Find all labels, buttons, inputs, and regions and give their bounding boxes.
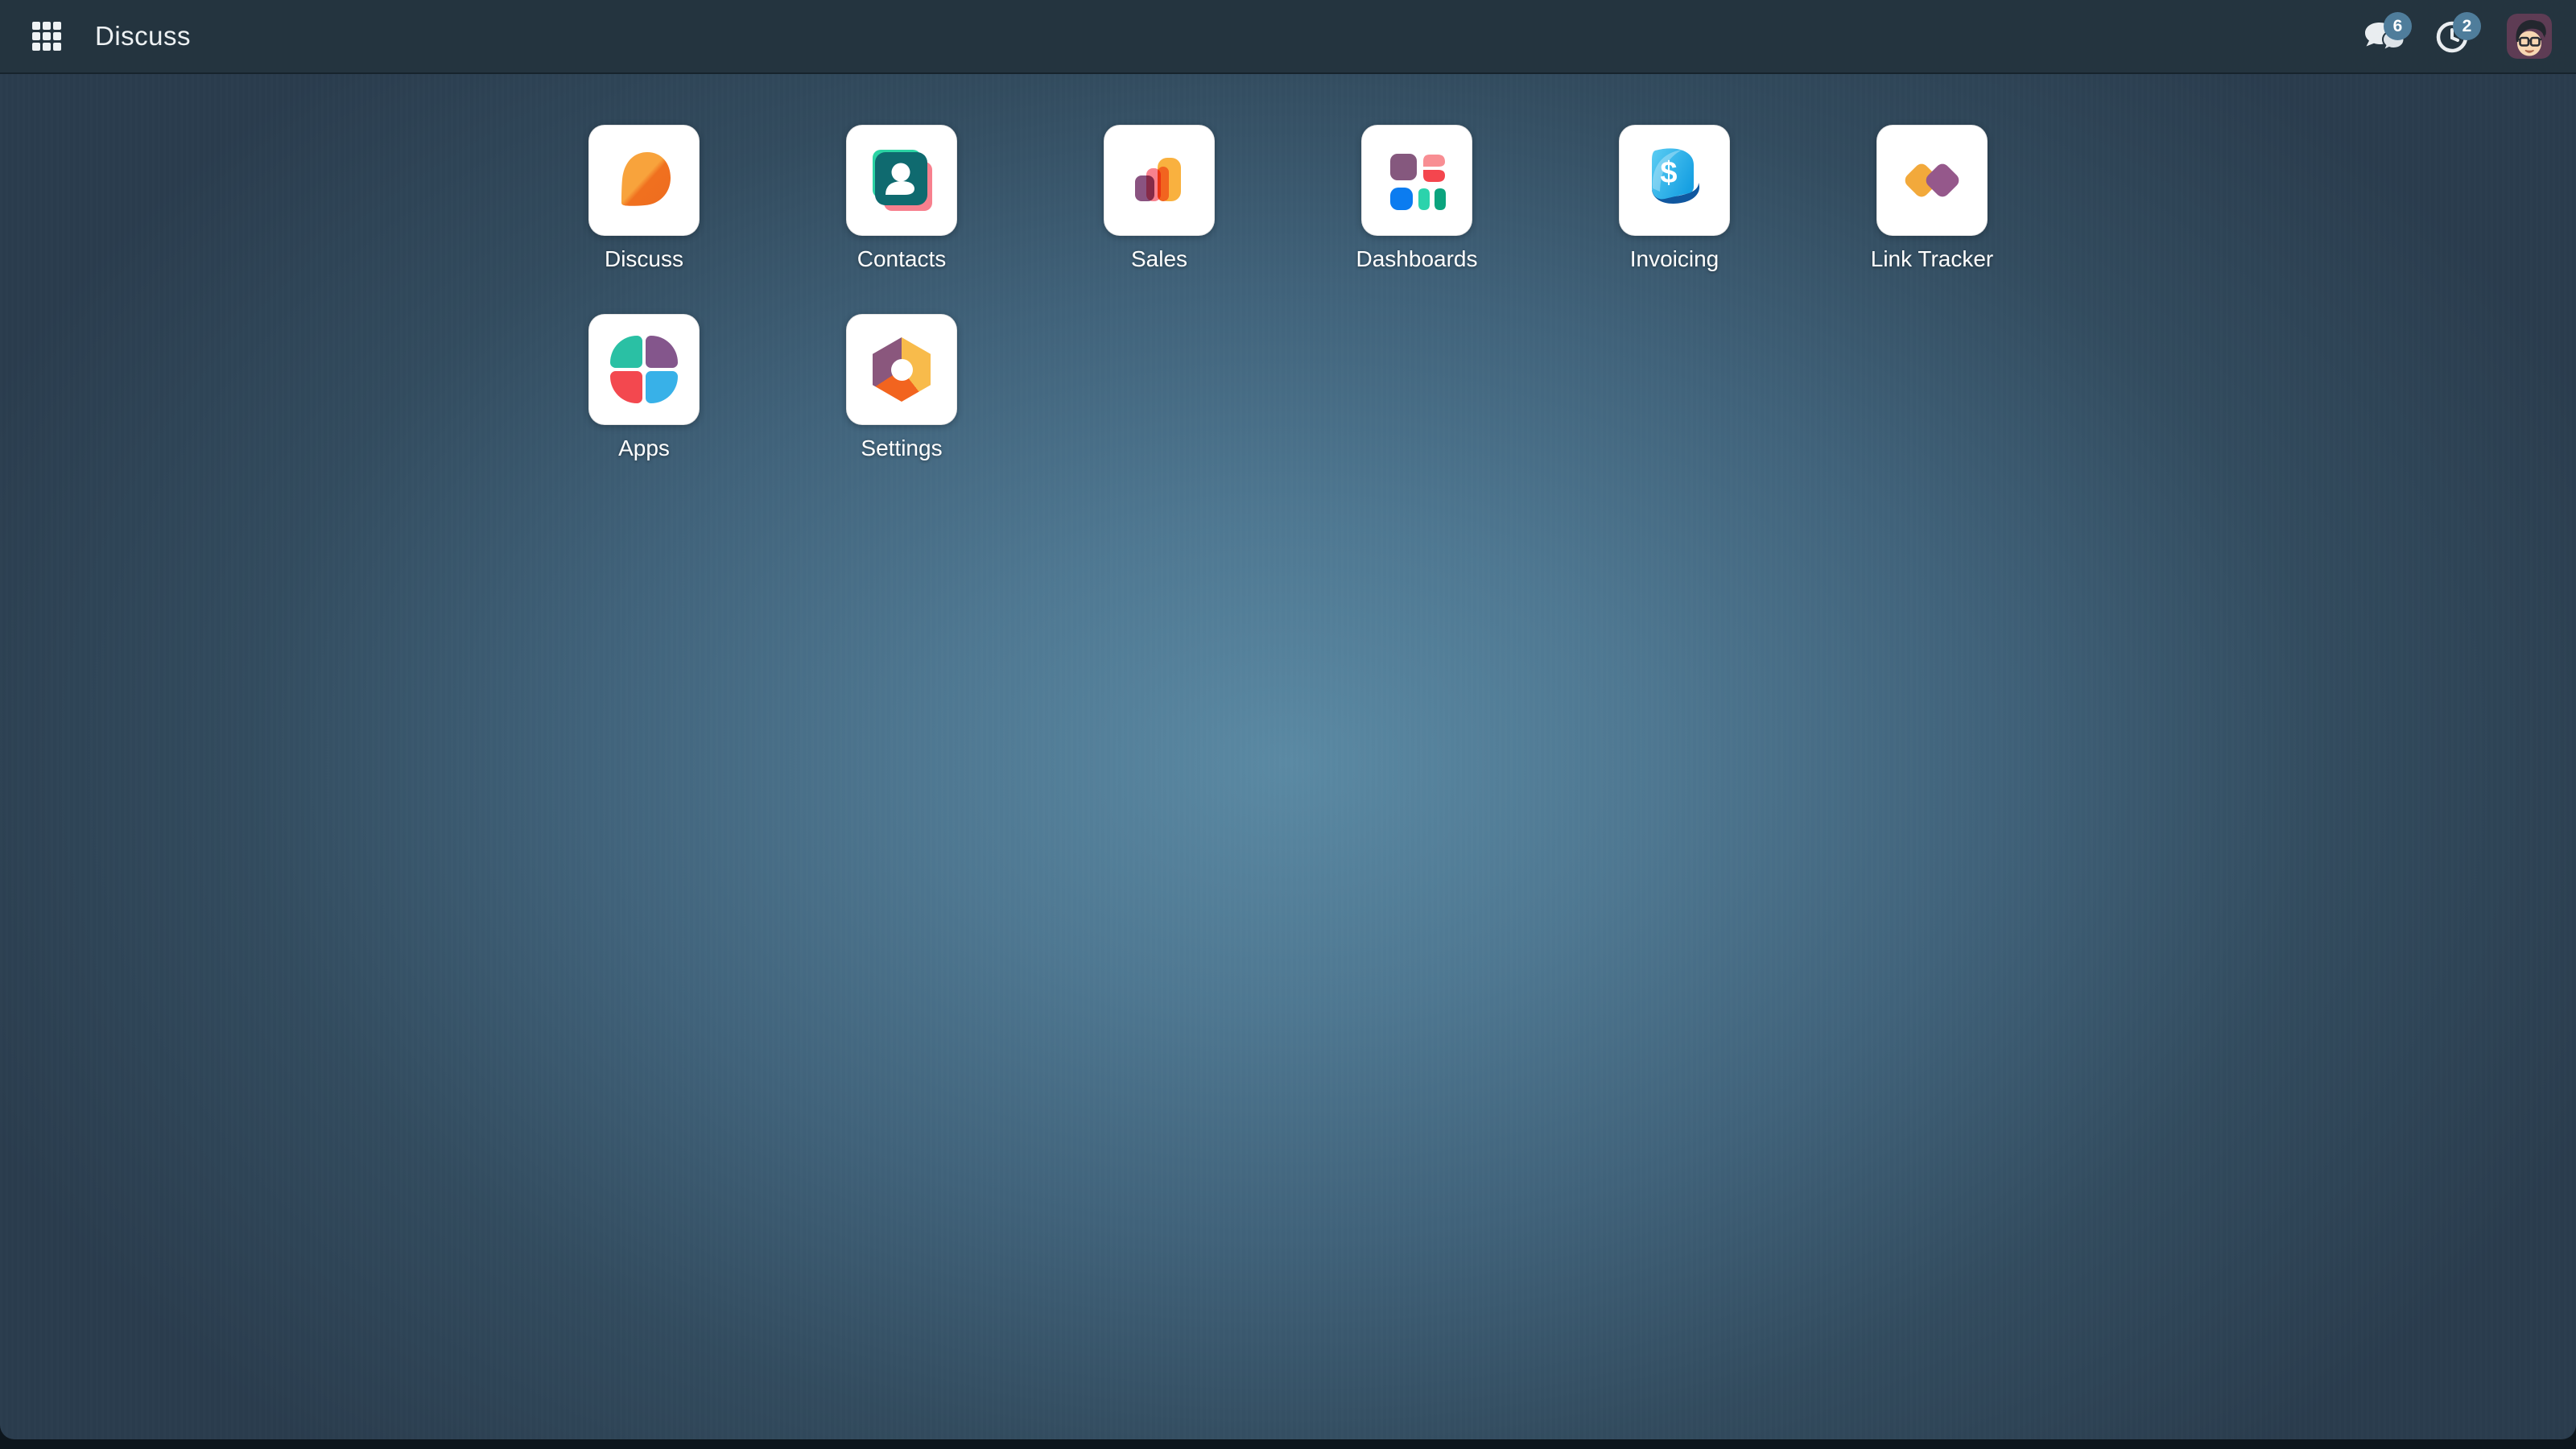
app-label: Dashboards xyxy=(1356,246,1478,273)
top-navbar: Discuss 6 2 xyxy=(0,0,2576,74)
apps-app-card xyxy=(588,314,700,425)
link-tracker-chain-icon xyxy=(1893,142,1971,219)
app-grid: Discuss Contacts xyxy=(515,125,2061,462)
app-label: Sales xyxy=(1131,246,1187,273)
app-link-tracker[interactable]: Link Tracker xyxy=(1871,125,1994,273)
systray: 6 2 xyxy=(2362,0,2552,73)
activities-counter-badge: 2 xyxy=(2453,12,2481,40)
app-discuss[interactable]: Discuss xyxy=(588,125,700,273)
settings-hex-nut-icon xyxy=(873,337,931,402)
app-settings[interactable]: Settings xyxy=(846,314,957,462)
invoicing-app-card: $ xyxy=(1619,125,1730,236)
app-label: Discuss xyxy=(605,246,683,273)
link-tracker-app-card xyxy=(1876,125,1988,236)
activities-systray-button[interactable]: 2 xyxy=(2434,0,2487,73)
user-menu-button[interactable] xyxy=(2507,14,2552,59)
contacts-app-card xyxy=(846,125,957,236)
sales-app-card xyxy=(1104,125,1215,236)
apps-grid-icon xyxy=(32,22,61,51)
window-bottom-edge xyxy=(0,1439,2576,1449)
discuss-bubble-icon xyxy=(605,142,683,219)
invoicing-dollar-doc-icon: $ xyxy=(1636,142,1713,219)
odoo-home-menu: Discuss 6 2 xyxy=(0,0,2576,1439)
app-label: Settings xyxy=(861,435,942,462)
svg-text:$: $ xyxy=(1660,156,1677,190)
apps-quadrants-icon xyxy=(607,332,681,407)
app-sales[interactable]: Sales xyxy=(1104,125,1215,273)
dashboards-tiles-icon xyxy=(1378,142,1455,219)
desktop-screen: Discuss 6 2 xyxy=(0,0,2576,1449)
page-title: Discuss xyxy=(95,21,191,52)
app-dashboards[interactable]: Dashboards xyxy=(1356,125,1478,273)
user-avatar xyxy=(2507,14,2552,59)
home-menu-toggle-button[interactable] xyxy=(24,14,69,59)
app-label: Invoicing xyxy=(1630,246,1719,273)
dashboards-app-card xyxy=(1361,125,1472,236)
sales-bars-icon xyxy=(1121,142,1198,219)
app-label: Apps xyxy=(618,435,670,462)
app-label: Link Tracker xyxy=(1871,246,1994,273)
app-invoicing[interactable]: $ Invoicing xyxy=(1619,125,1730,273)
app-contacts[interactable]: Contacts xyxy=(846,125,957,273)
settings-app-card xyxy=(846,314,957,425)
discuss-app-card xyxy=(588,125,700,236)
contacts-person-icon xyxy=(863,142,940,219)
messages-systray-button[interactable]: 6 xyxy=(2362,0,2415,73)
app-label: Contacts xyxy=(857,246,947,273)
app-apps[interactable]: Apps xyxy=(588,314,700,462)
messages-counter-badge: 6 xyxy=(2384,12,2412,40)
